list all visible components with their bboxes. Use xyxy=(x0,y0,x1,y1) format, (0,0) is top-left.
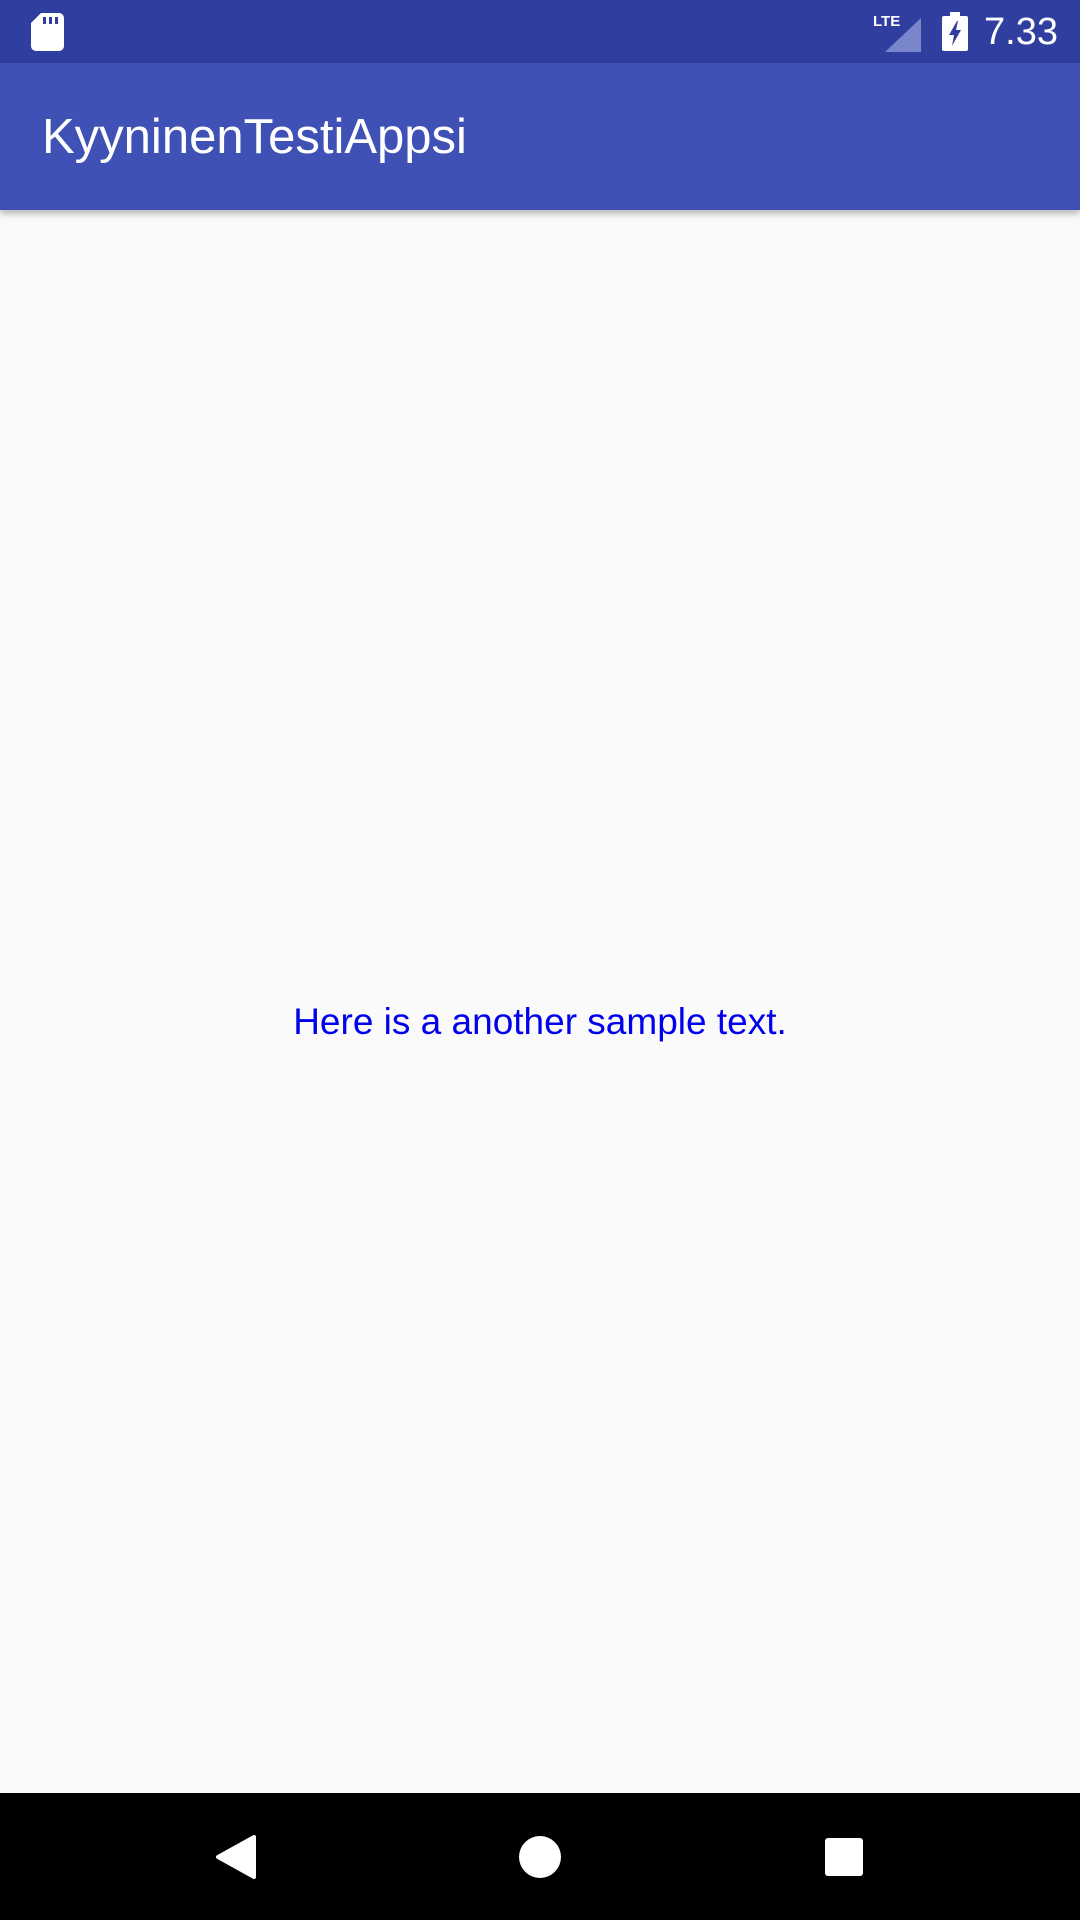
battery-charging-icon xyxy=(942,12,968,51)
recents-icon xyxy=(825,1838,863,1876)
lte-signal-icon: LTE xyxy=(873,13,921,52)
status-time: 7.33 xyxy=(984,11,1058,53)
main-content: Here is a another sample text. xyxy=(0,210,1080,1793)
app-bar: KyyninenTestiAppsi xyxy=(0,63,1080,210)
app-title: KyyninenTestiAppsi xyxy=(42,110,467,164)
back-icon xyxy=(216,1835,256,1879)
sd-card-icon xyxy=(31,13,64,51)
recents-button[interactable] xyxy=(800,1813,888,1901)
status-bar: LTE 7.33 xyxy=(0,0,1080,63)
phone-screen: LTE 7.33 KyyninenTestiAppsi Here is a an… xyxy=(0,0,1080,1920)
home-button[interactable] xyxy=(496,1813,584,1901)
sample-text: Here is a another sample text. xyxy=(293,1001,787,1042)
navigation-bar xyxy=(0,1793,1080,1920)
home-icon xyxy=(519,1836,561,1878)
lte-label: LTE xyxy=(873,13,900,30)
back-button[interactable] xyxy=(192,1813,280,1901)
